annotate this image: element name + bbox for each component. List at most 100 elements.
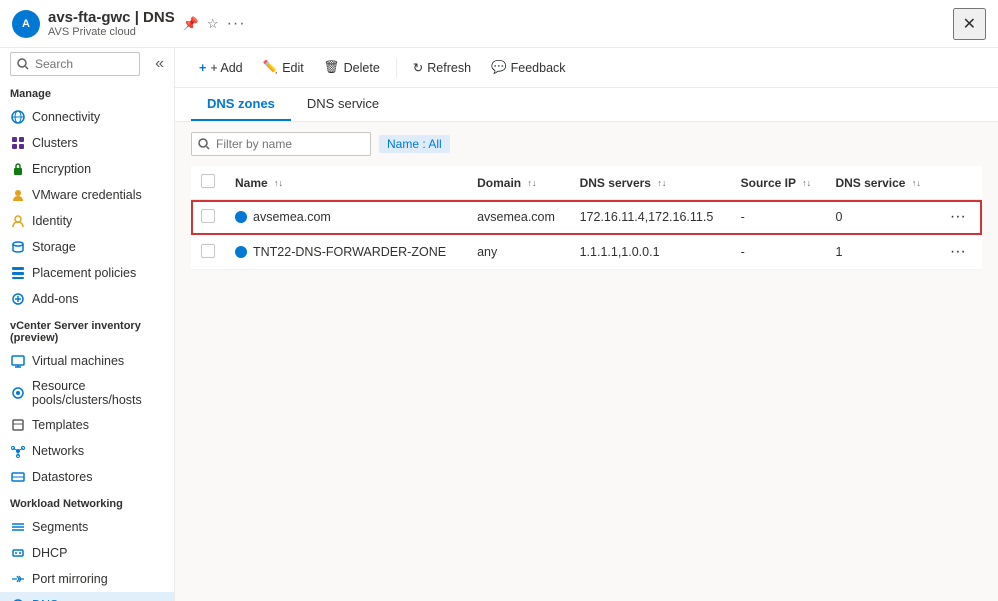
row1-checkbox-cell bbox=[191, 200, 225, 235]
sidebar-item-templates[interactable]: Templates bbox=[0, 412, 174, 438]
top-bar-left: A avs-fta-gwc | DNS AVS Private cloud 📌 … bbox=[12, 9, 246, 38]
filter-bar: Name : All bbox=[175, 122, 998, 166]
row1-more-button[interactable]: ··· bbox=[946, 208, 970, 226]
top-bar: A avs-fta-gwc | DNS AVS Private cloud 📌 … bbox=[0, 0, 998, 48]
encryption-icon bbox=[10, 161, 26, 177]
row1-dns-service: 0 bbox=[825, 200, 935, 235]
row1-source-ip: - bbox=[731, 200, 826, 235]
sidebar-item-virtual-machines[interactable]: Virtual machines bbox=[0, 348, 174, 374]
storage-icon bbox=[10, 239, 26, 255]
sidebar-item-add-ons[interactable]: Add-ons bbox=[0, 286, 174, 312]
edit-button[interactable]: ✏️ Edit bbox=[255, 56, 312, 79]
sidebar-item-segments[interactable]: Segments bbox=[0, 514, 174, 540]
feedback-button[interactable]: 💬 Feedback bbox=[483, 56, 573, 79]
sidebar-item-dns[interactable]: DNS bbox=[0, 592, 174, 601]
row1-checkbox[interactable] bbox=[201, 209, 215, 223]
toolbar-separator bbox=[396, 58, 397, 78]
resource-pools-label: Resource pools/clusters/hosts bbox=[32, 379, 164, 407]
datastores-icon bbox=[10, 469, 26, 485]
connectivity-label: Connectivity bbox=[32, 110, 100, 124]
delete-icon: 🗑 bbox=[324, 60, 340, 75]
sidebar-item-identity[interactable]: Identity bbox=[0, 208, 174, 234]
th-name: Name ↑↓ bbox=[225, 166, 467, 200]
port-mirroring-label: Port mirroring bbox=[32, 572, 108, 586]
section-workload-label: Workload Networking bbox=[0, 490, 174, 514]
domain-sort-icon[interactable]: ↑↓ bbox=[527, 178, 536, 188]
add-ons-label: Add-ons bbox=[32, 292, 79, 306]
connectivity-icon bbox=[10, 109, 26, 125]
sidebar-item-networks[interactable]: Networks bbox=[0, 438, 174, 464]
main-layout: « Manage Connectivity Clusters Encryptio… bbox=[0, 48, 998, 601]
dns-service-sort-icon[interactable]: ↑↓ bbox=[912, 178, 921, 188]
close-button[interactable]: ✕ bbox=[953, 8, 986, 40]
table-body: avsemea.com avsemea.com 172.16.11.4,172.… bbox=[191, 200, 982, 270]
row2-checkbox[interactable] bbox=[201, 244, 215, 258]
sidebar-item-encryption[interactable]: Encryption bbox=[0, 156, 174, 182]
sidebar-item-vmware-credentials[interactable]: VMware credentials bbox=[0, 182, 174, 208]
more-icon[interactable]: ··· bbox=[227, 15, 246, 33]
networks-icon bbox=[10, 443, 26, 459]
sidebar-collapse-icon[interactable]: « bbox=[155, 55, 164, 73]
row1-name: avsemea.com bbox=[235, 210, 457, 224]
row2-more-button[interactable]: ··· bbox=[946, 243, 970, 261]
row2-dns-service: 1 bbox=[825, 235, 935, 270]
placement-policies-label: Placement policies bbox=[32, 266, 136, 280]
sidebar-item-datastores[interactable]: Datastores bbox=[0, 464, 174, 490]
row2-name-cell: TNT22-DNS-FORWARDER-ZONE bbox=[225, 235, 467, 270]
virtual-machines-icon bbox=[10, 353, 26, 369]
sidebar-item-dhcp[interactable]: DHCP bbox=[0, 540, 174, 566]
edit-icon: ✏️ bbox=[263, 60, 279, 75]
th-source-ip: Source IP ↑↓ bbox=[731, 166, 826, 200]
segments-label: Segments bbox=[32, 520, 88, 534]
dhcp-label: DHCP bbox=[32, 546, 67, 560]
sidebar-top: « bbox=[0, 48, 174, 80]
th-select-all bbox=[191, 166, 225, 200]
vmware-credentials-label: VMware credentials bbox=[32, 188, 142, 202]
sidebar: « Manage Connectivity Clusters Encryptio… bbox=[0, 48, 175, 601]
clusters-icon bbox=[10, 135, 26, 151]
row2-dns-servers: 1.1.1.1,1.0.0.1 bbox=[570, 235, 731, 270]
sidebar-item-port-mirroring[interactable]: Port mirroring bbox=[0, 566, 174, 592]
row2-actions-cell: ··· bbox=[936, 235, 982, 270]
tabs-bar: DNS zones DNS service bbox=[175, 88, 998, 122]
row1-dns-dot bbox=[235, 211, 247, 223]
add-button[interactable]: + + Add bbox=[191, 57, 251, 79]
header-icons: 📌 ☆ ··· bbox=[183, 15, 246, 33]
filter-input[interactable] bbox=[191, 132, 371, 156]
resource-icon: A bbox=[12, 10, 40, 38]
sidebar-search-input[interactable] bbox=[10, 52, 140, 76]
filter-tag: Name : All bbox=[379, 135, 450, 153]
sidebar-item-placement-policies[interactable]: Placement policies bbox=[0, 260, 174, 286]
refresh-button[interactable]: ↻ Refresh bbox=[405, 56, 479, 79]
row1-actions-cell: ··· bbox=[936, 200, 982, 235]
encryption-label: Encryption bbox=[32, 162, 91, 176]
source-ip-sort-icon[interactable]: ↑↓ bbox=[802, 178, 811, 188]
templates-label: Templates bbox=[32, 418, 89, 432]
storage-label: Storage bbox=[32, 240, 76, 254]
row1-dns-servers: 172.16.11.4,172.16.11.5 bbox=[570, 200, 731, 235]
star-icon[interactable]: ☆ bbox=[207, 16, 219, 32]
tab-dns-service[interactable]: DNS service bbox=[291, 88, 395, 121]
dns-zones-table: Name ↑↓ Domain ↑↓ DNS servers ↑↓ Sourc bbox=[191, 166, 982, 270]
dns-icon bbox=[10, 597, 26, 601]
name-sort-icon[interactable]: ↑↓ bbox=[274, 178, 283, 188]
sidebar-item-resource-pools[interactable]: Resource pools/clusters/hosts bbox=[0, 374, 174, 412]
dns-servers-sort-icon[interactable]: ↑↓ bbox=[657, 178, 666, 188]
select-all-checkbox[interactable] bbox=[201, 174, 215, 188]
sidebar-item-connectivity[interactable]: Connectivity bbox=[0, 104, 174, 130]
placement-policies-icon bbox=[10, 265, 26, 281]
pin-icon[interactable]: 📌 bbox=[183, 16, 199, 32]
identity-icon bbox=[10, 213, 26, 229]
sidebar-item-storage[interactable]: Storage bbox=[0, 234, 174, 260]
content-area: + + Add ✏️ Edit 🗑 Delete ↻ Refresh 💬 Fee… bbox=[175, 48, 998, 601]
table-row: avsemea.com avsemea.com 172.16.11.4,172.… bbox=[191, 200, 982, 235]
row2-dns-dot bbox=[235, 246, 247, 258]
sidebar-item-clusters[interactable]: Clusters bbox=[0, 130, 174, 156]
templates-icon bbox=[10, 417, 26, 433]
tab-dns-zones[interactable]: DNS zones bbox=[191, 88, 291, 121]
section-vcenter-label: vCenter Server inventory (preview) bbox=[0, 312, 174, 348]
delete-button[interactable]: 🗑 Delete bbox=[316, 56, 388, 79]
table-header: Name ↑↓ Domain ↑↓ DNS servers ↑↓ Sourc bbox=[191, 166, 982, 200]
th-dns-service: DNS service ↑↓ bbox=[825, 166, 935, 200]
table-container: Name ↑↓ Domain ↑↓ DNS servers ↑↓ Sourc bbox=[175, 166, 998, 601]
